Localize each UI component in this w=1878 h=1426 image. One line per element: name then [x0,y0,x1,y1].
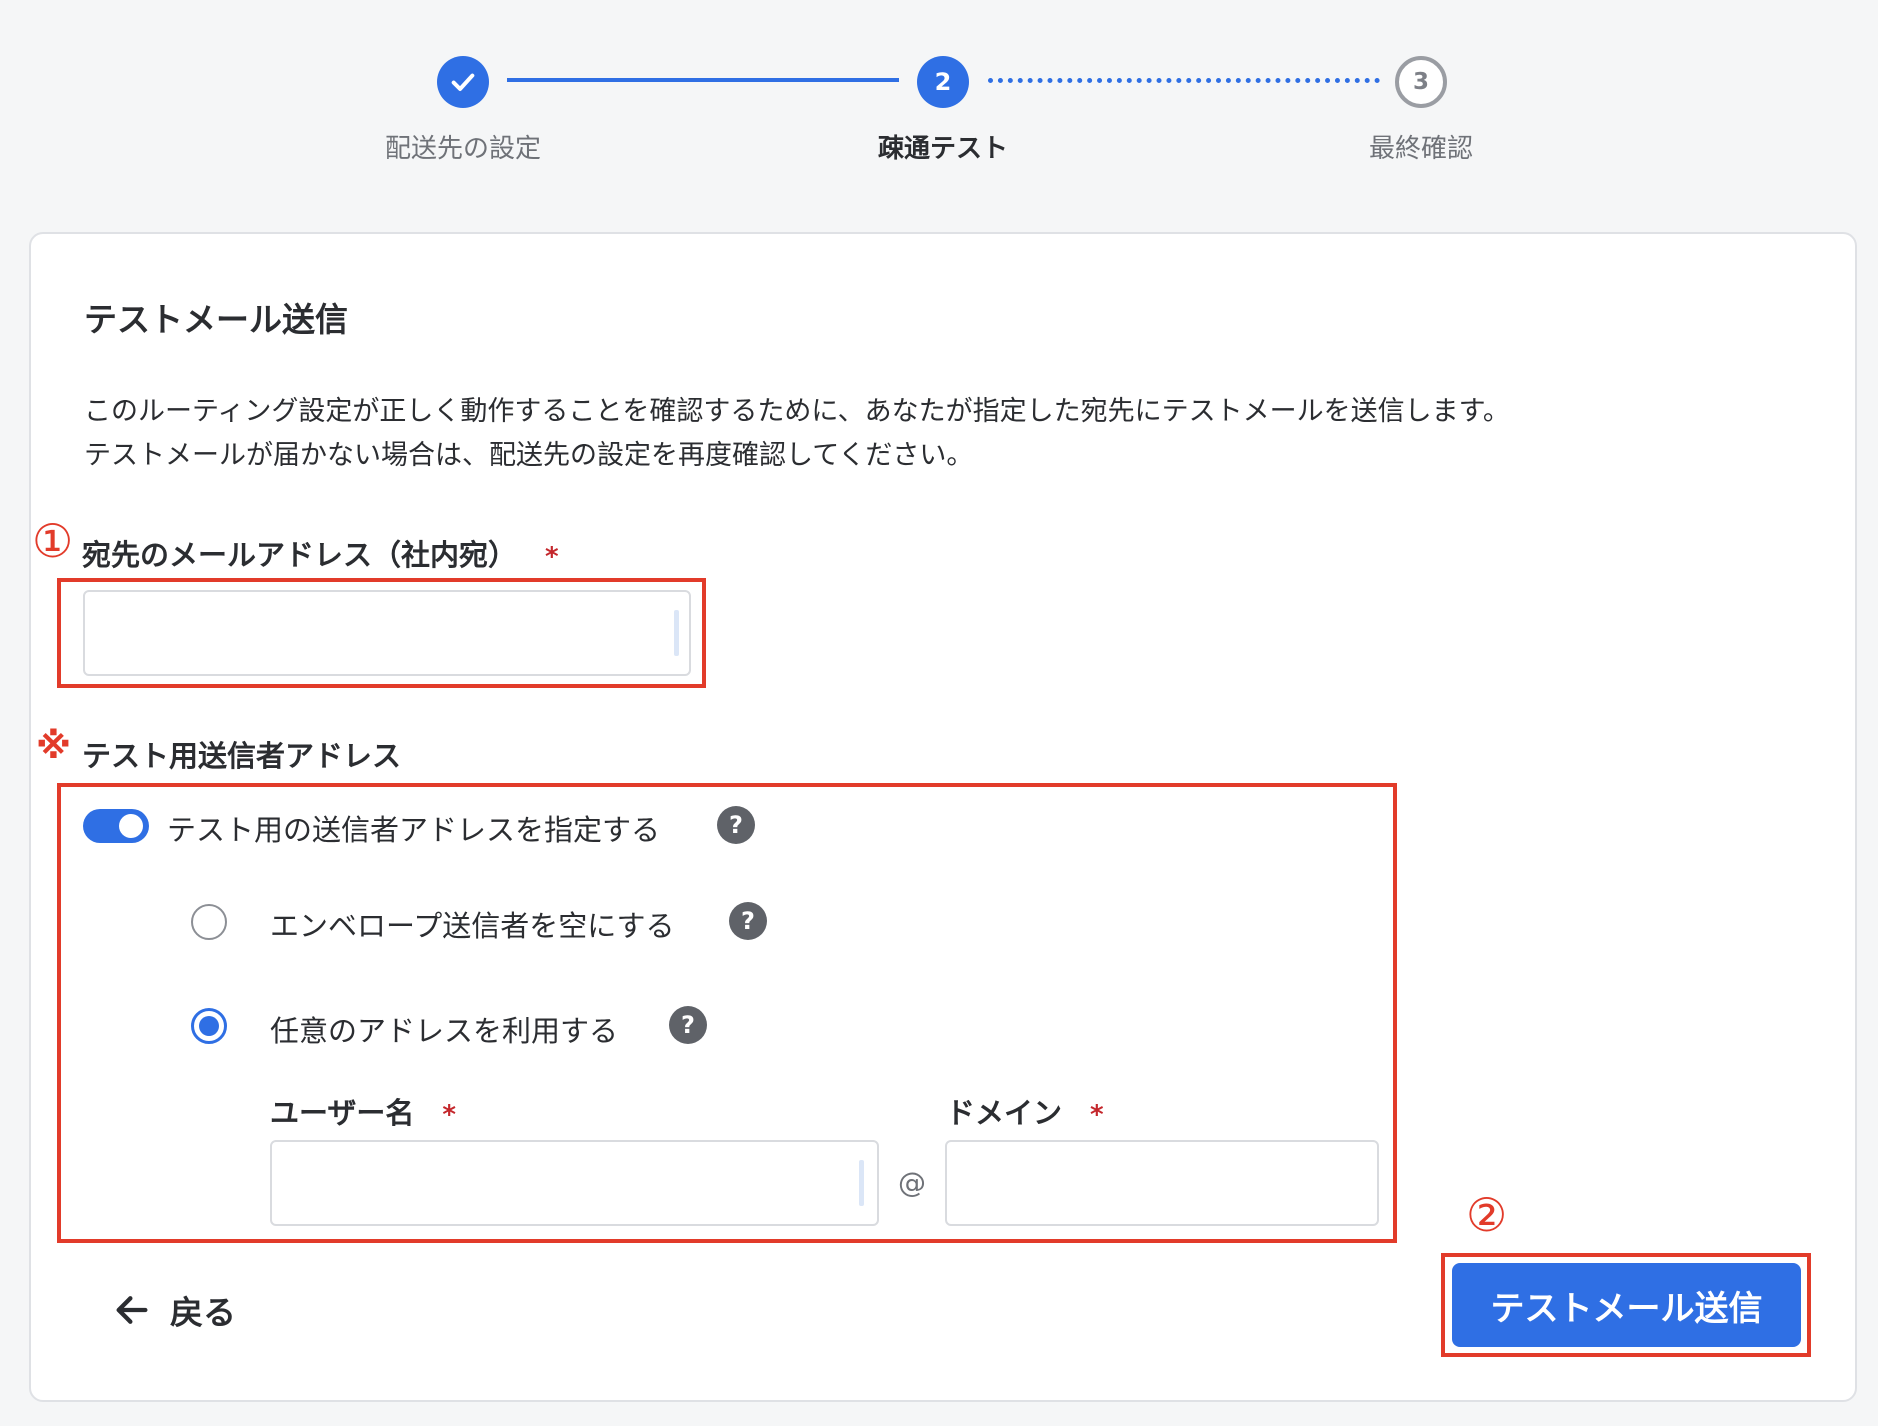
annotation-1: ① [32,514,74,568]
recipient-email-input[interactable] [83,590,691,676]
step-2-label: 疎通テスト [877,134,1008,164]
at-symbol: @ [898,1166,926,1199]
username-input-caret [859,1160,864,1206]
back-button-label: 戻る [170,1293,236,1332]
sender-section-label: テスト用送信者アドレス [82,739,402,773]
sender-toggle[interactable] [83,809,149,843]
back-button[interactable]: 戻る [112,1286,236,1334]
required-mark: * [442,1100,457,1130]
domain-label: ドメイン * [946,1090,1104,1132]
step-2-circle: 2 [917,56,969,108]
checkmark-icon [451,73,475,91]
username-label: ユーザー名 * [270,1090,456,1132]
recipient-input-caret [674,610,679,656]
toggle-knob [119,814,143,838]
radio-selected-dot [199,1016,219,1036]
step-connector-2 [988,78,1380,83]
help-icon-empty-envelope[interactable]: ? [729,902,767,940]
radio-custom-address[interactable] [191,1008,227,1044]
radio-custom-address-label: 任意のアドレスを利用する [270,1014,619,1048]
required-mark: * [1090,1100,1104,1130]
required-mark: * [545,542,559,572]
toggle-label: テスト用の送信者アドレスを指定する [167,813,661,847]
step-connector-1 [507,78,899,82]
step-3-label: 最終確認 [1368,134,1473,164]
step-1-label: 配送先の設定 [384,134,541,164]
help-icon-custom-address[interactable]: ? [669,1006,707,1044]
radio-empty-envelope-sender[interactable] [191,904,227,940]
arrow-left-icon [116,1296,148,1324]
step-3-circle: 3 [1395,56,1447,108]
help-icon-toggle[interactable]: ? [717,806,755,844]
description-line-2: テストメールが届かない場合は、配送先の設定を再度確認してください。 [84,440,974,471]
step-1-circle [437,56,489,108]
annotation-note-mark: ※ [36,726,71,767]
description-line-1: このルーティング設定が正しく動作することを確認するために、あなたが指定した宛先に… [84,396,1510,427]
annotation-2: ② [1466,1188,1508,1242]
domain-label-text: ドメイン [946,1096,1063,1130]
section-title: テストメール送信 [84,300,348,339]
recipient-label: 宛先のメールアドレス（社内宛） * [82,532,559,574]
username-label-text: ユーザー名 [270,1096,415,1130]
radio-empty-envelope-label: エンベロープ送信者を空にする [270,909,675,943]
description: このルーティング設定が正しく動作することを確認するために、あなたが指定した宛先に… [84,390,1804,478]
domain-input[interactable] [945,1140,1379,1226]
username-input[interactable] [270,1140,879,1226]
send-test-mail-button[interactable]: テストメール送信 [1452,1263,1801,1347]
recipient-label-text: 宛先のメールアドレス（社内宛） [82,538,518,572]
